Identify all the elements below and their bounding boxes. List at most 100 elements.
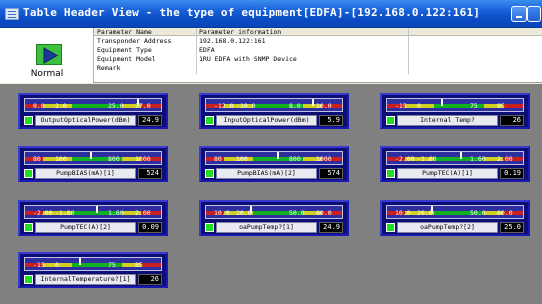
scale-tick-label: -1.60 xyxy=(417,155,437,163)
gauge-label: oaPumpTemp?[1] xyxy=(216,222,317,233)
gauge-scale: 10.0 20.0 50.0 60.0 xyxy=(386,205,524,219)
scale-tick-label: 50.0 xyxy=(289,209,305,217)
scale-tick-label: 8.0 xyxy=(289,102,301,110)
scale-tick-label: 0.0 xyxy=(33,102,45,110)
gauge-panel[interactable]: 0.0 2.0 25.0 27.0 OutputOpticalPower(dBm) 24.… xyxy=(18,93,168,129)
scale-tick-label: -1.60 xyxy=(55,209,75,217)
scale-tick-label: 50.0 xyxy=(470,209,486,217)
header-value: Parameter information xyxy=(199,28,282,36)
param-value: 192.168.0.122:161 xyxy=(199,37,266,45)
scale-tick-label: 80 xyxy=(214,155,222,163)
table-row[interactable]: Equipment Type EDFA xyxy=(94,46,542,54)
gauge-panel[interactable]: 10.0 20.0 50.0 60.0 oaPumpTemp?[1] 24.9 xyxy=(199,200,349,236)
gauge-label: Internal Temp? xyxy=(397,115,498,126)
gauge-value: 574 xyxy=(319,168,343,179)
gauge-readout: OutputOpticalPower(dBm) 24.9 xyxy=(24,115,162,126)
scale-tick-label: -2.00 xyxy=(33,209,53,217)
gauge-panel[interactable]: -12.0 -10.0 8.0 10.0 InputOpticalPower(dBm) 5… xyxy=(199,93,349,129)
gauge-label: oaPumpTemp?[2] xyxy=(397,222,498,233)
scale-tick-label: 0 xyxy=(55,261,59,269)
gauge-value: 0.19 xyxy=(500,168,524,179)
scale-tick-label: 800 xyxy=(289,155,301,163)
gauge-area: 0.0 2.0 25.0 27.0 OutputOpticalPower(dBm) 24.… xyxy=(0,84,542,304)
gauge-panel[interactable]: -15 0 75 85 Internal Temp? 26 xyxy=(380,93,530,129)
scale-tick-label: -10.0 xyxy=(236,102,256,110)
table-icon xyxy=(5,8,19,20)
gauge-value: 24.9 xyxy=(319,222,343,233)
table-header: Parameter Name Parameter information xyxy=(94,28,542,36)
status-led-icon xyxy=(386,169,395,178)
gauge-readout: InternalTemperature?[1] 26 xyxy=(24,274,162,285)
param-value: 1RU EDFA with SNMP Device xyxy=(199,55,297,63)
scale-tick-label: 1000 xyxy=(316,155,332,163)
status-led-icon xyxy=(24,275,33,284)
scale-tick-label: -2.00 xyxy=(395,155,415,163)
gauge-needle xyxy=(431,206,433,213)
scale-tick-label: 60.0 xyxy=(316,209,332,217)
status-label: Normal xyxy=(30,69,64,79)
scale-tick-label: 25.0 xyxy=(108,102,124,110)
gauge-readout: Internal Temp? 26 xyxy=(386,115,524,126)
gauge-needle xyxy=(441,99,443,106)
header-name: Parameter Name xyxy=(97,28,152,36)
table-row[interactable]: Remark xyxy=(94,64,542,72)
scale-band xyxy=(503,104,523,108)
column-divider xyxy=(196,28,197,74)
gauge-value: 5.9 xyxy=(319,115,343,126)
scale-tick-label: 60.0 xyxy=(497,209,513,217)
minimize-button[interactable] xyxy=(511,6,527,22)
param-name: Transponder Address xyxy=(97,37,172,45)
gauge-scale: 80 100 800 1000 xyxy=(205,151,343,165)
gauge-value: 25.0 xyxy=(500,222,524,233)
status-led-icon xyxy=(24,169,33,178)
gauge-readout: PumpTEC(A)[2] 0.09 xyxy=(24,222,162,233)
scale-tick-label: 75 xyxy=(470,102,478,110)
gauge-panel[interactable]: 10.0 20.0 50.0 60.0 oaPumpTemp?[2] 25.0 xyxy=(380,200,530,236)
play-arrow-icon xyxy=(36,44,62,65)
device-info-panel: Normal Parameter Name Parameter informat… xyxy=(0,28,542,83)
gauge-needle xyxy=(460,152,462,159)
gauge-panel[interactable]: -15 0 75 85 InternalTemperature?[1] 26 xyxy=(18,252,168,288)
gauge-scale: -12.0 -10.0 8.0 10.0 xyxy=(205,98,343,112)
table-row[interactable]: Equipment Model 1RU EDFA with SNMP Devic… xyxy=(94,55,542,63)
gauge-panel[interactable]: -2.00 -1.60 1.60 2.00 PumpTEC(A)[1] 0.19 xyxy=(380,146,530,182)
scale-tick-label: 100 xyxy=(236,155,248,163)
gauge-scale: -15 0 75 85 xyxy=(386,98,524,112)
status-led-icon xyxy=(24,116,33,125)
scale-tick-label: 1000 xyxy=(135,155,151,163)
table-row[interactable]: Transponder Address 192.168.0.122:161 xyxy=(94,37,542,45)
scale-tick-label: -12.0 xyxy=(214,102,234,110)
gauge-label: PumpBIAS(mA)[1] xyxy=(35,168,136,179)
gauge-scale: 80 100 800 1000 xyxy=(24,151,162,165)
scale-tick-label: 100 xyxy=(55,155,67,163)
gauge-readout: PumpBIAS(mA)[1] 524 xyxy=(24,168,162,179)
gauge-needle xyxy=(277,152,279,159)
gauge-readout: oaPumpTemp?[2] 25.0 xyxy=(386,222,524,233)
gauge-value: 24.9 xyxy=(138,115,162,126)
gauge-needle xyxy=(90,152,92,159)
gauge-panel[interactable]: -2.00 -1.60 1.60 2.00 PumpTEC(A)[2] 0.09 xyxy=(18,200,168,236)
gauge-scale: -2.00 -1.60 1.60 2.00 xyxy=(24,205,162,219)
gauge-value: 26 xyxy=(138,274,162,285)
close-button[interactable] xyxy=(527,6,541,22)
scale-tick-label: 1.60 xyxy=(108,209,124,217)
param-name: Equipment Type xyxy=(97,46,152,54)
scale-tick-label: 85 xyxy=(497,102,505,110)
gauge-scale: -15 0 75 85 xyxy=(24,257,162,271)
gauge-needle xyxy=(79,258,81,265)
scale-tick-label: 10.0 xyxy=(395,209,411,217)
window-title: Table Header View - the type of equipmen… xyxy=(23,6,481,19)
gauge-panel[interactable]: 80 100 800 1000 PumpBIAS(mA)[1] 524 xyxy=(18,146,168,182)
status-led-icon xyxy=(205,169,214,178)
gauge-label: PumpTEC(A)[1] xyxy=(397,168,498,179)
column-divider xyxy=(408,28,409,74)
status-led-icon xyxy=(205,223,214,232)
gauge-panel[interactable]: 80 100 800 1000 PumpBIAS(mA)[2] 574 xyxy=(199,146,349,182)
gauge-readout: InputOpticalPower(dBm) 5.9 xyxy=(205,115,343,126)
title-bar: Table Header View - the type of equipmen… xyxy=(0,0,542,28)
status-led-icon xyxy=(24,223,33,232)
status-led-icon xyxy=(386,116,395,125)
param-name: Remark xyxy=(97,64,121,72)
scale-tick-label: 80 xyxy=(33,155,41,163)
scale-tick-label: -15 xyxy=(33,261,45,269)
